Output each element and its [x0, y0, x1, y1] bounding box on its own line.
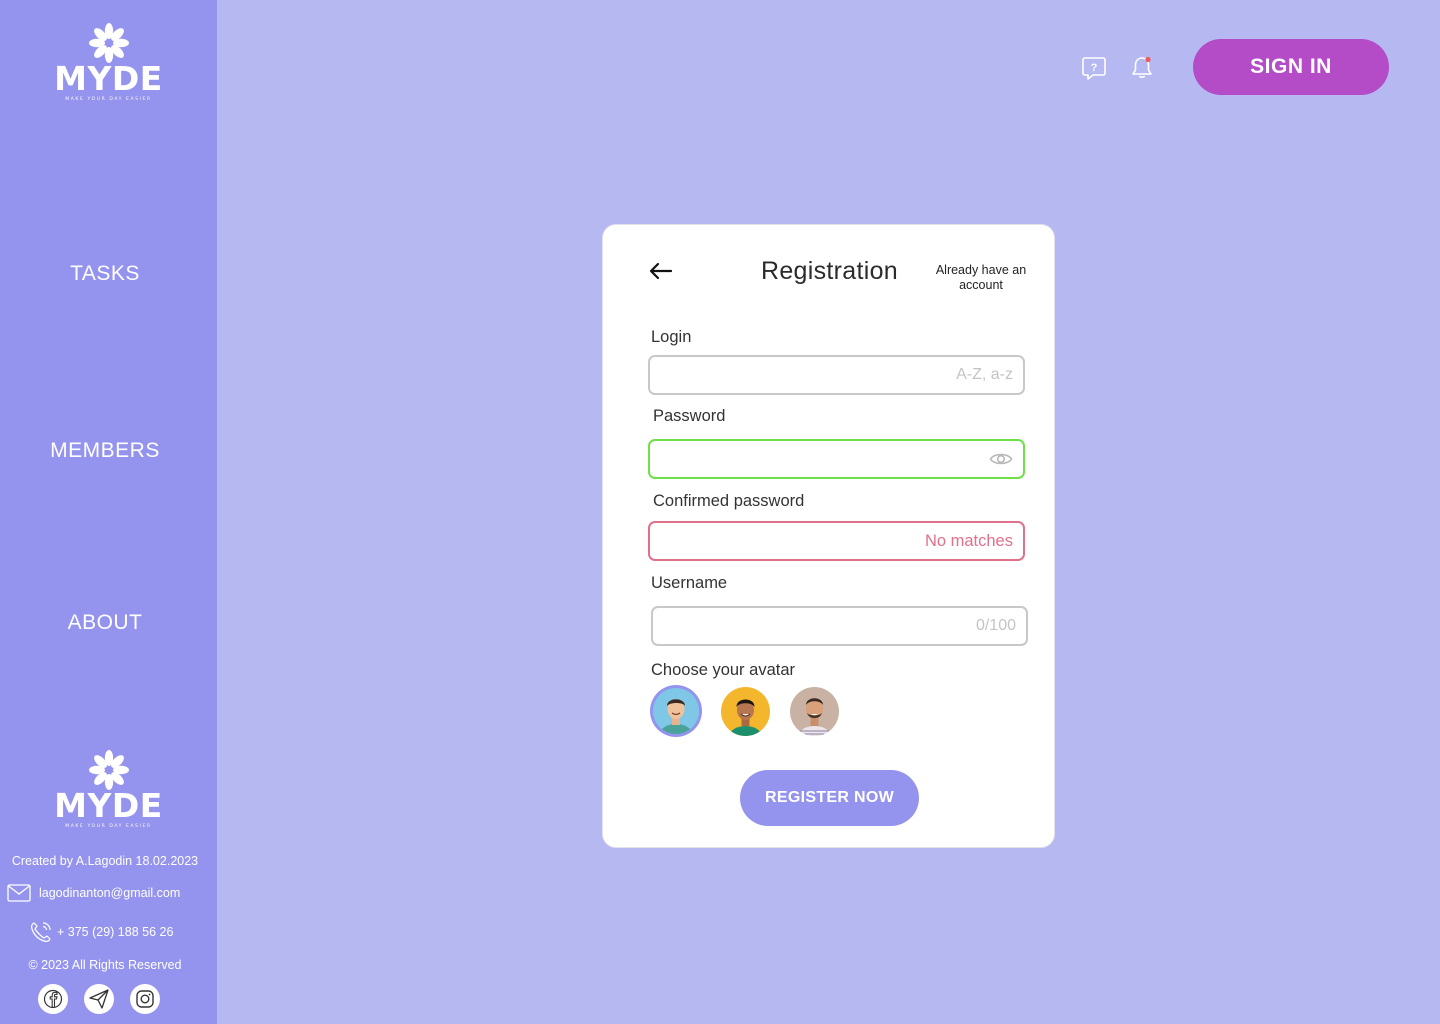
sidebar-item-tasks[interactable]: TASKS: [0, 262, 210, 286]
sidebar: MYDE MAKE YOUR DAY EASIER TASKS MEMBERS …: [0, 0, 217, 1024]
email-text: lagodinanton@gmail.com: [39, 886, 181, 900]
telegram-icon: [89, 989, 109, 1009]
avatar-option-3[interactable]: [790, 687, 839, 736]
confirm-password-label: Confirmed password: [653, 492, 805, 510]
notification-dot: [1145, 56, 1151, 63]
username-label: Username: [651, 574, 728, 592]
help-chat-button[interactable]: ?: [1081, 55, 1107, 81]
phone-text: + 375 (29) 188 56 26: [57, 925, 174, 939]
brand-name: MYDE: [54, 59, 163, 98]
instagram-link[interactable]: [130, 984, 160, 1014]
username-field[interactable]: 0/100: [651, 606, 1028, 646]
username-counter: 0/100: [975, 617, 1016, 634]
eye-icon[interactable]: [989, 451, 1013, 467]
facebook-link[interactable]: [38, 984, 68, 1014]
sidebar-item-members[interactable]: MEMBERS: [0, 439, 210, 463]
avatar-option-2[interactable]: [721, 687, 770, 736]
avatar-picker: [651, 687, 839, 736]
confirm-password-field[interactable]: No matches: [648, 521, 1025, 561]
contact-phone[interactable]: + 375 (29) 188 56 26: [29, 920, 173, 944]
login-hint: A-Z, a-z: [956, 366, 1013, 383]
registration-card: Registration Already have an account Log…: [602, 224, 1055, 848]
brand-tagline: MAKE YOUR DAY EASIER: [65, 824, 152, 829]
login-field[interactable]: A-Z, a-z: [648, 355, 1025, 395]
person-avatar-icon: [798, 698, 831, 736]
brand-logo-top[interactable]: MYDE MAKE YOUR DAY EASIER: [0, 20, 217, 102]
avatar-option-1[interactable]: [653, 688, 699, 734]
svg-text:?: ?: [1091, 62, 1098, 74]
password-field[interactable]: [648, 439, 1025, 479]
facebook-icon: [43, 989, 63, 1009]
login-input[interactable]: [658, 357, 938, 393]
brand-logo-bottom: MYDE MAKE YOUR DAY EASIER: [0, 747, 217, 829]
bell-icon: [1132, 56, 1152, 78]
brand-tagline: MAKE YOUR DAY EASIER: [65, 97, 152, 102]
brand-name: MYDE: [54, 786, 163, 825]
username-input[interactable]: [661, 608, 941, 644]
instagram-icon: [136, 990, 154, 1008]
social-links: [38, 984, 160, 1014]
copyright-text: © 2023 All Rights Reserved: [28, 958, 182, 972]
notifications-button[interactable]: [1129, 55, 1155, 81]
sign-in-button[interactable]: SIGN IN: [1193, 39, 1389, 95]
password-input[interactable]: [658, 441, 938, 477]
created-by-text: Created by A.Lagodin 18.02.2023: [11, 854, 199, 868]
person-avatar-icon: [660, 699, 692, 734]
confirm-password-error: No matches: [924, 531, 1013, 550]
sidebar-item-about[interactable]: ABOUT: [0, 611, 210, 635]
help-chat-icon: ?: [1082, 57, 1106, 80]
person-avatar-icon: [729, 699, 762, 736]
register-now-button[interactable]: REGISTER NOW: [740, 770, 919, 826]
login-label: Login: [651, 328, 692, 346]
mail-icon: [7, 884, 31, 902]
choose-avatar-label: Choose your avatar: [651, 661, 795, 679]
phone-icon: [31, 922, 51, 942]
confirm-password-input[interactable]: [658, 523, 938, 559]
contact-email[interactable]: lagodinanton@gmail.com: [7, 884, 180, 902]
already-have-account-link[interactable]: Already have an account: [933, 263, 1029, 293]
telegram-link[interactable]: [84, 984, 114, 1014]
password-label: Password: [653, 407, 726, 425]
